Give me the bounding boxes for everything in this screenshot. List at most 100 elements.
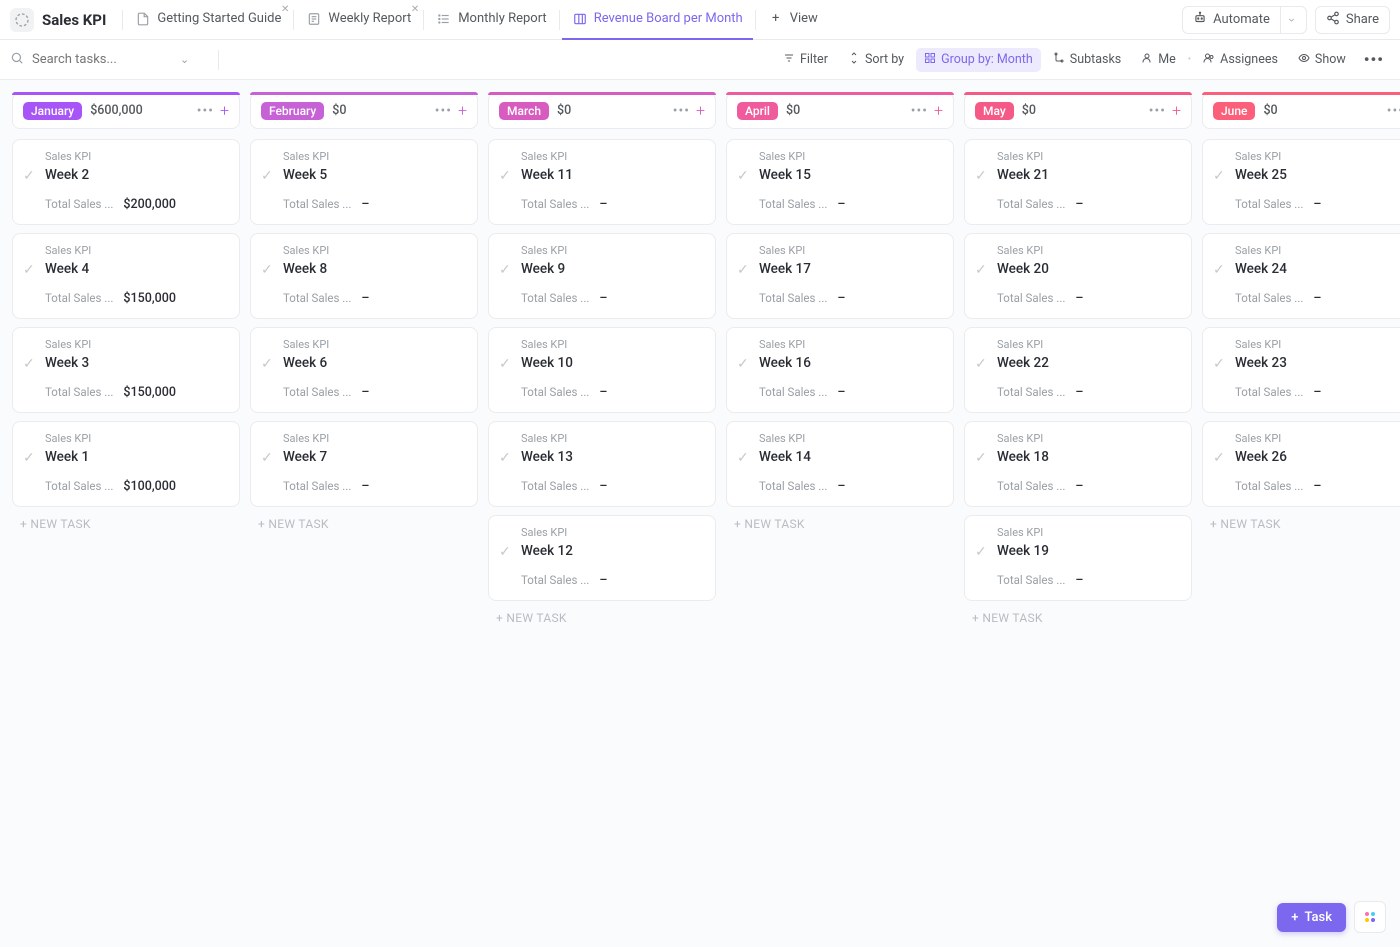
task-card[interactable]: ✓ Sales KPI Week 14 Total Sales ... –: [726, 421, 954, 507]
column-header[interactable]: April $0 ••• +: [726, 92, 954, 129]
checkmark-icon[interactable]: ✓: [261, 450, 273, 466]
task-card[interactable]: ✓ Sales KPI Week 10 Total Sales ... –: [488, 327, 716, 413]
column-more-button[interactable]: •••: [1387, 103, 1400, 119]
task-card[interactable]: ✓ Sales KPI Week 11 Total Sales ... –: [488, 139, 716, 225]
checkmark-icon[interactable]: ✓: [261, 168, 273, 184]
column-add-button[interactable]: +: [458, 101, 467, 120]
new-task-button[interactable]: + NEW TASK: [1202, 507, 1400, 541]
task-card[interactable]: ✓ Sales KPI Week 24 Total Sales ... –: [1202, 233, 1400, 319]
task-card[interactable]: ✓ Sales KPI Week 22 Total Sales ... –: [964, 327, 1192, 413]
checkmark-icon[interactable]: ✓: [23, 262, 35, 278]
task-card[interactable]: ✓ Sales KPI Week 13 Total Sales ... –: [488, 421, 716, 507]
search-input[interactable]: [32, 52, 172, 67]
add-view-button[interactable]: + View: [758, 0, 828, 40]
column-header[interactable]: March $0 ••• +: [488, 92, 716, 129]
tab-monthly-report[interactable]: Monthly Report: [426, 0, 557, 40]
new-task-button[interactable]: + NEW TASK: [12, 507, 240, 541]
checkmark-icon[interactable]: ✓: [737, 356, 749, 372]
tab-getting-started[interactable]: Getting Started Guide ✕: [125, 0, 291, 40]
filter-button[interactable]: Filter: [775, 48, 836, 72]
task-card[interactable]: ✓ Sales KPI Week 17 Total Sales ... –: [726, 233, 954, 319]
task-card[interactable]: ✓ Sales KPI Week 1 Total Sales ... $100,…: [12, 421, 240, 507]
chevron-down-icon[interactable]: [1280, 7, 1296, 33]
task-card[interactable]: ✓ Sales KPI Week 12 Total Sales ... –: [488, 515, 716, 601]
sort-button[interactable]: Sort by: [840, 48, 912, 72]
new-task-button[interactable]: + NEW TASK: [250, 507, 478, 541]
checkmark-icon[interactable]: ✓: [499, 544, 511, 560]
subtasks-button[interactable]: Subtasks: [1045, 48, 1129, 72]
tab-revenue-board[interactable]: Revenue Board per Month: [562, 0, 753, 40]
task-card[interactable]: ✓ Sales KPI Week 15 Total Sales ... –: [726, 139, 954, 225]
task-card[interactable]: ✓ Sales KPI Week 26 Total Sales ... –: [1202, 421, 1400, 507]
task-card[interactable]: ✓ Sales KPI Week 6 Total Sales ... –: [250, 327, 478, 413]
checkmark-icon[interactable]: ✓: [737, 168, 749, 184]
checkmark-icon[interactable]: ✓: [1213, 356, 1225, 372]
column-more-button[interactable]: •••: [197, 103, 214, 119]
column-add-button[interactable]: +: [220, 101, 229, 120]
group-by-button[interactable]: Group by: Month: [916, 48, 1041, 72]
column-header[interactable]: February $0 ••• +: [250, 92, 478, 129]
task-card[interactable]: ✓ Sales KPI Week 16 Total Sales ... –: [726, 327, 954, 413]
checkmark-icon[interactable]: ✓: [975, 450, 987, 466]
create-task-button[interactable]: + Task: [1277, 903, 1346, 932]
close-icon[interactable]: ✕: [281, 4, 289, 15]
checkmark-icon[interactable]: ✓: [499, 262, 511, 278]
task-card[interactable]: ✓ Sales KPI Week 20 Total Sales ... –: [964, 233, 1192, 319]
space-icon[interactable]: [10, 8, 34, 32]
column-add-button[interactable]: +: [696, 101, 705, 120]
task-card[interactable]: ✓ Sales KPI Week 8 Total Sales ... –: [250, 233, 478, 319]
column-more-button[interactable]: •••: [911, 103, 928, 119]
checkmark-icon[interactable]: ✓: [737, 450, 749, 466]
chevron-down-icon[interactable]: ⌄: [180, 53, 189, 66]
column-header[interactable]: January $600,000 ••• +: [12, 92, 240, 129]
task-card[interactable]: ✓ Sales KPI Week 25 Total Sales ... –: [1202, 139, 1400, 225]
new-task-button[interactable]: + NEW TASK: [964, 601, 1192, 635]
checkmark-icon[interactable]: ✓: [23, 356, 35, 372]
column-header[interactable]: May $0 ••• +: [964, 92, 1192, 129]
checkmark-icon[interactable]: ✓: [261, 356, 273, 372]
column-add-button[interactable]: +: [934, 101, 943, 120]
checkmark-icon[interactable]: ✓: [975, 544, 987, 560]
checkmark-icon[interactable]: ✓: [261, 262, 273, 278]
column-more-button[interactable]: •••: [1149, 103, 1166, 119]
task-card[interactable]: ✓ Sales KPI Week 21 Total Sales ... –: [964, 139, 1192, 225]
task-card[interactable]: ✓ Sales KPI Week 9 Total Sales ... –: [488, 233, 716, 319]
checkmark-icon[interactable]: ✓: [499, 450, 511, 466]
more-options-button[interactable]: •••: [1358, 46, 1390, 73]
new-task-button[interactable]: + NEW TASK: [726, 507, 954, 541]
field-label: Total Sales ...: [997, 197, 1065, 211]
task-card[interactable]: ✓ Sales KPI Week 2 Total Sales ... $200,…: [12, 139, 240, 225]
checkmark-icon[interactable]: ✓: [499, 168, 511, 184]
task-card[interactable]: ✓ Sales KPI Week 5 Total Sales ... –: [250, 139, 478, 225]
show-button[interactable]: Show: [1290, 48, 1354, 72]
me-button[interactable]: Me: [1133, 48, 1184, 72]
checkmark-icon[interactable]: ✓: [1213, 168, 1225, 184]
task-card[interactable]: ✓ Sales KPI Week 3 Total Sales ... $150,…: [12, 327, 240, 413]
task-card[interactable]: ✓ Sales KPI Week 19 Total Sales ... –: [964, 515, 1192, 601]
checkmark-icon[interactable]: ✓: [1213, 262, 1225, 278]
share-button[interactable]: Share: [1315, 6, 1390, 34]
column-more-button[interactable]: •••: [673, 103, 690, 119]
column-header[interactable]: June $0 ••• +: [1202, 92, 1400, 129]
checkmark-icon[interactable]: ✓: [975, 168, 987, 184]
column-add-button[interactable]: +: [1172, 101, 1181, 120]
checkmark-icon[interactable]: ✓: [23, 450, 35, 466]
checkmark-icon[interactable]: ✓: [737, 262, 749, 278]
space-title[interactable]: Sales KPI: [42, 11, 106, 29]
task-card[interactable]: ✓ Sales KPI Week 23 Total Sales ... –: [1202, 327, 1400, 413]
checkmark-icon[interactable]: ✓: [975, 356, 987, 372]
automate-button[interactable]: Automate: [1182, 6, 1307, 34]
tab-weekly-report[interactable]: Weekly Report ✕: [296, 0, 421, 40]
task-card[interactable]: ✓ Sales KPI Week 7 Total Sales ... –: [250, 421, 478, 507]
assignees-button[interactable]: Assignees: [1195, 48, 1286, 72]
column-more-button[interactable]: •••: [435, 103, 452, 119]
apps-button[interactable]: [1354, 901, 1386, 933]
checkmark-icon[interactable]: ✓: [499, 356, 511, 372]
task-card[interactable]: ✓ Sales KPI Week 4 Total Sales ... $150,…: [12, 233, 240, 319]
task-card[interactable]: ✓ Sales KPI Week 18 Total Sales ... –: [964, 421, 1192, 507]
checkmark-icon[interactable]: ✓: [23, 168, 35, 184]
new-task-button[interactable]: + NEW TASK: [488, 601, 716, 635]
close-icon[interactable]: ✕: [411, 4, 419, 15]
checkmark-icon[interactable]: ✓: [975, 262, 987, 278]
checkmark-icon[interactable]: ✓: [1213, 450, 1225, 466]
